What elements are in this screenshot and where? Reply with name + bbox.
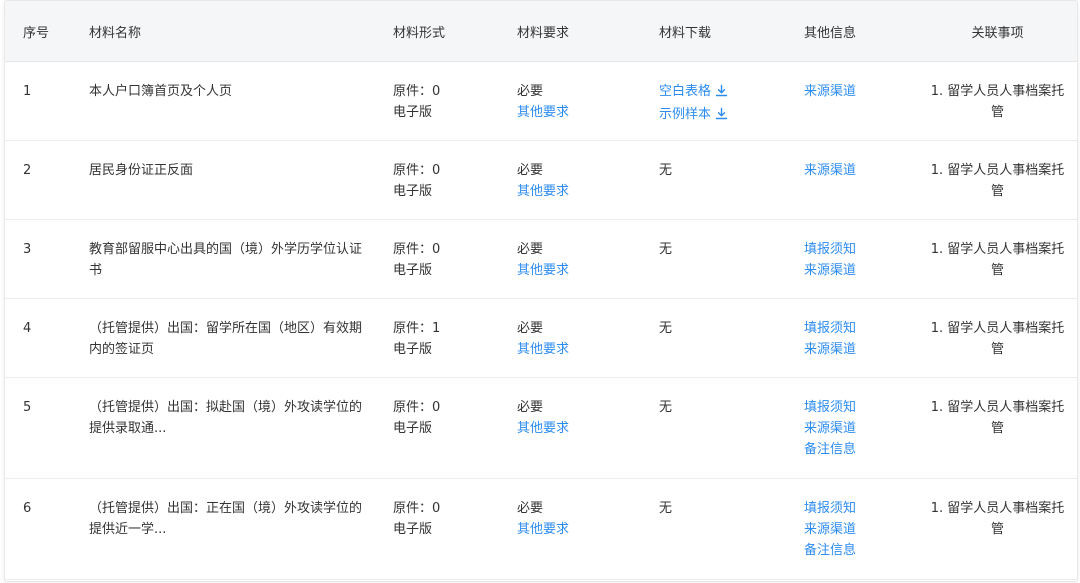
requirement-status: 必要 — [517, 400, 544, 415]
related-item[interactable]: 1. 留学人员人事档案托管 — [918, 160, 1077, 202]
download-link-label: 示例样本 — [659, 107, 712, 122]
row-index: 6 — [23, 501, 32, 516]
other-requirements-link[interactable]: 其他要求 — [517, 519, 659, 540]
table-row: 4 （托管提供）出国：留学所在国（地区）有效期内的签证页 原件：1 电子版 必要其他要求… — [5, 298, 1077, 378]
header-material-download: 材料下载 — [659, 1, 804, 62]
header-other-info: 其他信息 — [804, 1, 918, 62]
source-channel-link[interactable]: 来源渠道 — [804, 260, 918, 281]
requirement-status: 必要 — [517, 321, 544, 336]
no-download-text: 无 — [659, 501, 673, 516]
material-name: （托管提供）出国：正在国（境）外攻读学位的提供近一学... — [89, 501, 363, 537]
requirement-status: 必要 — [517, 242, 544, 257]
material-form-line: 原件：0 — [393, 163, 441, 178]
download-icon — [715, 83, 728, 104]
row-index: 4 — [23, 321, 32, 336]
table-header-row: 序号 材料名称 材料形式 材料要求 材料下载 其他信息 关联事项 — [5, 1, 1077, 62]
no-download-text: 无 — [659, 400, 673, 415]
related-item[interactable]: 1. 留学人员人事档案托管 — [918, 397, 1077, 439]
header-material-name: 材料名称 — [89, 1, 393, 62]
source-channel-link[interactable]: 来源渠道 — [804, 519, 918, 540]
table-row: 5 （托管提供）出国：拟赴国（境）外攻读学位的提供录取通... 原件：0 电子版 必要其… — [5, 377, 1077, 479]
header-related-item: 关联事项 — [918, 1, 1077, 62]
other-requirements-link[interactable]: 其他要求 — [517, 339, 659, 360]
source-channel-link[interactable]: 来源渠道 — [804, 339, 918, 360]
no-download-text: 无 — [659, 163, 673, 178]
filling-instructions-link[interactable]: 填报须知 — [804, 498, 918, 519]
material-form-line: 电子版 — [393, 105, 433, 120]
material-form-line: 原件：0 — [393, 400, 441, 415]
row-index: 2 — [23, 163, 32, 178]
related-item[interactable]: 1. 留学人员人事档案托管 — [918, 81, 1077, 123]
row-index: 1 — [23, 84, 32, 99]
material-form-line: 电子版 — [393, 184, 433, 199]
no-download-text: 无 — [659, 321, 673, 336]
source-channel-link[interactable]: 来源渠道 — [804, 81, 918, 102]
material-name: 本人户口簿首页及个人页 — [89, 84, 233, 99]
materials-table: 序号 材料名称 材料形式 材料要求 材料下载 其他信息 关联事项 1 本人户口簿首… — [5, 1, 1077, 580]
related-item[interactable]: 1. 留学人员人事档案托管 — [918, 318, 1077, 360]
row-index: 3 — [23, 242, 32, 257]
source-channel-link[interactable]: 来源渠道 — [804, 160, 918, 181]
download-icon — [715, 106, 728, 127]
header-material-form: 材料形式 — [393, 1, 517, 62]
material-form-line: 电子版 — [393, 263, 433, 278]
other-requirements-link[interactable]: 其他要求 — [517, 181, 659, 202]
requirement-status: 必要 — [517, 163, 544, 178]
source-channel-link[interactable]: 来源渠道 — [804, 418, 918, 439]
no-download-text: 无 — [659, 242, 673, 257]
download-link-label: 空白表格 — [659, 84, 712, 99]
material-name: （托管提供）出国：留学所在国（地区）有效期内的签证页 — [89, 321, 363, 357]
material-name: 居民身份证正反面 — [89, 163, 194, 178]
filling-instructions-link[interactable]: 填报须知 — [804, 397, 918, 418]
material-form-line: 原件：0 — [393, 242, 441, 257]
other-requirements-link[interactable]: 其他要求 — [517, 260, 659, 281]
materials-table-panel: 序号 材料名称 材料形式 材料要求 材料下载 其他信息 关联事项 1 本人户口簿首… — [4, 0, 1078, 582]
header-index: 序号 — [5, 1, 89, 62]
header-material-requirement: 材料要求 — [517, 1, 659, 62]
material-name: 教育部留服中心出具的国（境）外学历学位认证书 — [89, 242, 363, 278]
material-form-line: 电子版 — [393, 522, 433, 537]
material-name: （托管提供）出国：拟赴国（境）外攻读学位的提供录取通... — [89, 400, 363, 436]
table-row: 3 教育部留服中心出具的国（境）外学历学位认证书 原件：0 电子版 必要其他要求无 填报须… — [5, 219, 1077, 299]
row-index: 5 — [23, 400, 32, 415]
filling-instructions-link[interactable]: 填报须知 — [804, 239, 918, 260]
material-form-line: 电子版 — [393, 421, 433, 436]
material-form-line: 电子版 — [393, 342, 433, 357]
table-row: 1 本人户口簿首页及个人页 原件：0 电子版 必要其他要求 空白表格示例样本 来源渠道 1. … — [5, 61, 1077, 141]
related-item[interactable]: 1. 留学人员人事档案托管 — [918, 498, 1077, 540]
requirement-status: 必要 — [517, 501, 544, 516]
material-form-line: 原件：0 — [393, 501, 441, 516]
blank-form-download-link[interactable]: 空白表格 — [659, 81, 804, 104]
related-item[interactable]: 1. 留学人员人事档案托管 — [918, 239, 1077, 281]
other-requirements-link[interactable]: 其他要求 — [517, 102, 659, 123]
table-row: 2 居民身份证正反面 原件：0 电子版 必要其他要求无 来源渠道 1. 留学人员人事档案托管 — [5, 140, 1077, 220]
table-row: 6 （托管提供）出国：正在国（境）外攻读学位的提供近一学... 原件：0 电子版 必要其… — [5, 478, 1077, 580]
material-form-line: 原件：1 — [393, 321, 441, 336]
material-form-line: 原件：0 — [393, 84, 441, 99]
requirement-status: 必要 — [517, 84, 544, 99]
remarks-link[interactable]: 备注信息 — [804, 540, 918, 561]
remarks-link[interactable]: 备注信息 — [804, 439, 918, 460]
filling-instructions-link[interactable]: 填报须知 — [804, 318, 918, 339]
other-requirements-link[interactable]: 其他要求 — [517, 418, 659, 439]
sample-download-link[interactable]: 示例样本 — [659, 104, 804, 127]
